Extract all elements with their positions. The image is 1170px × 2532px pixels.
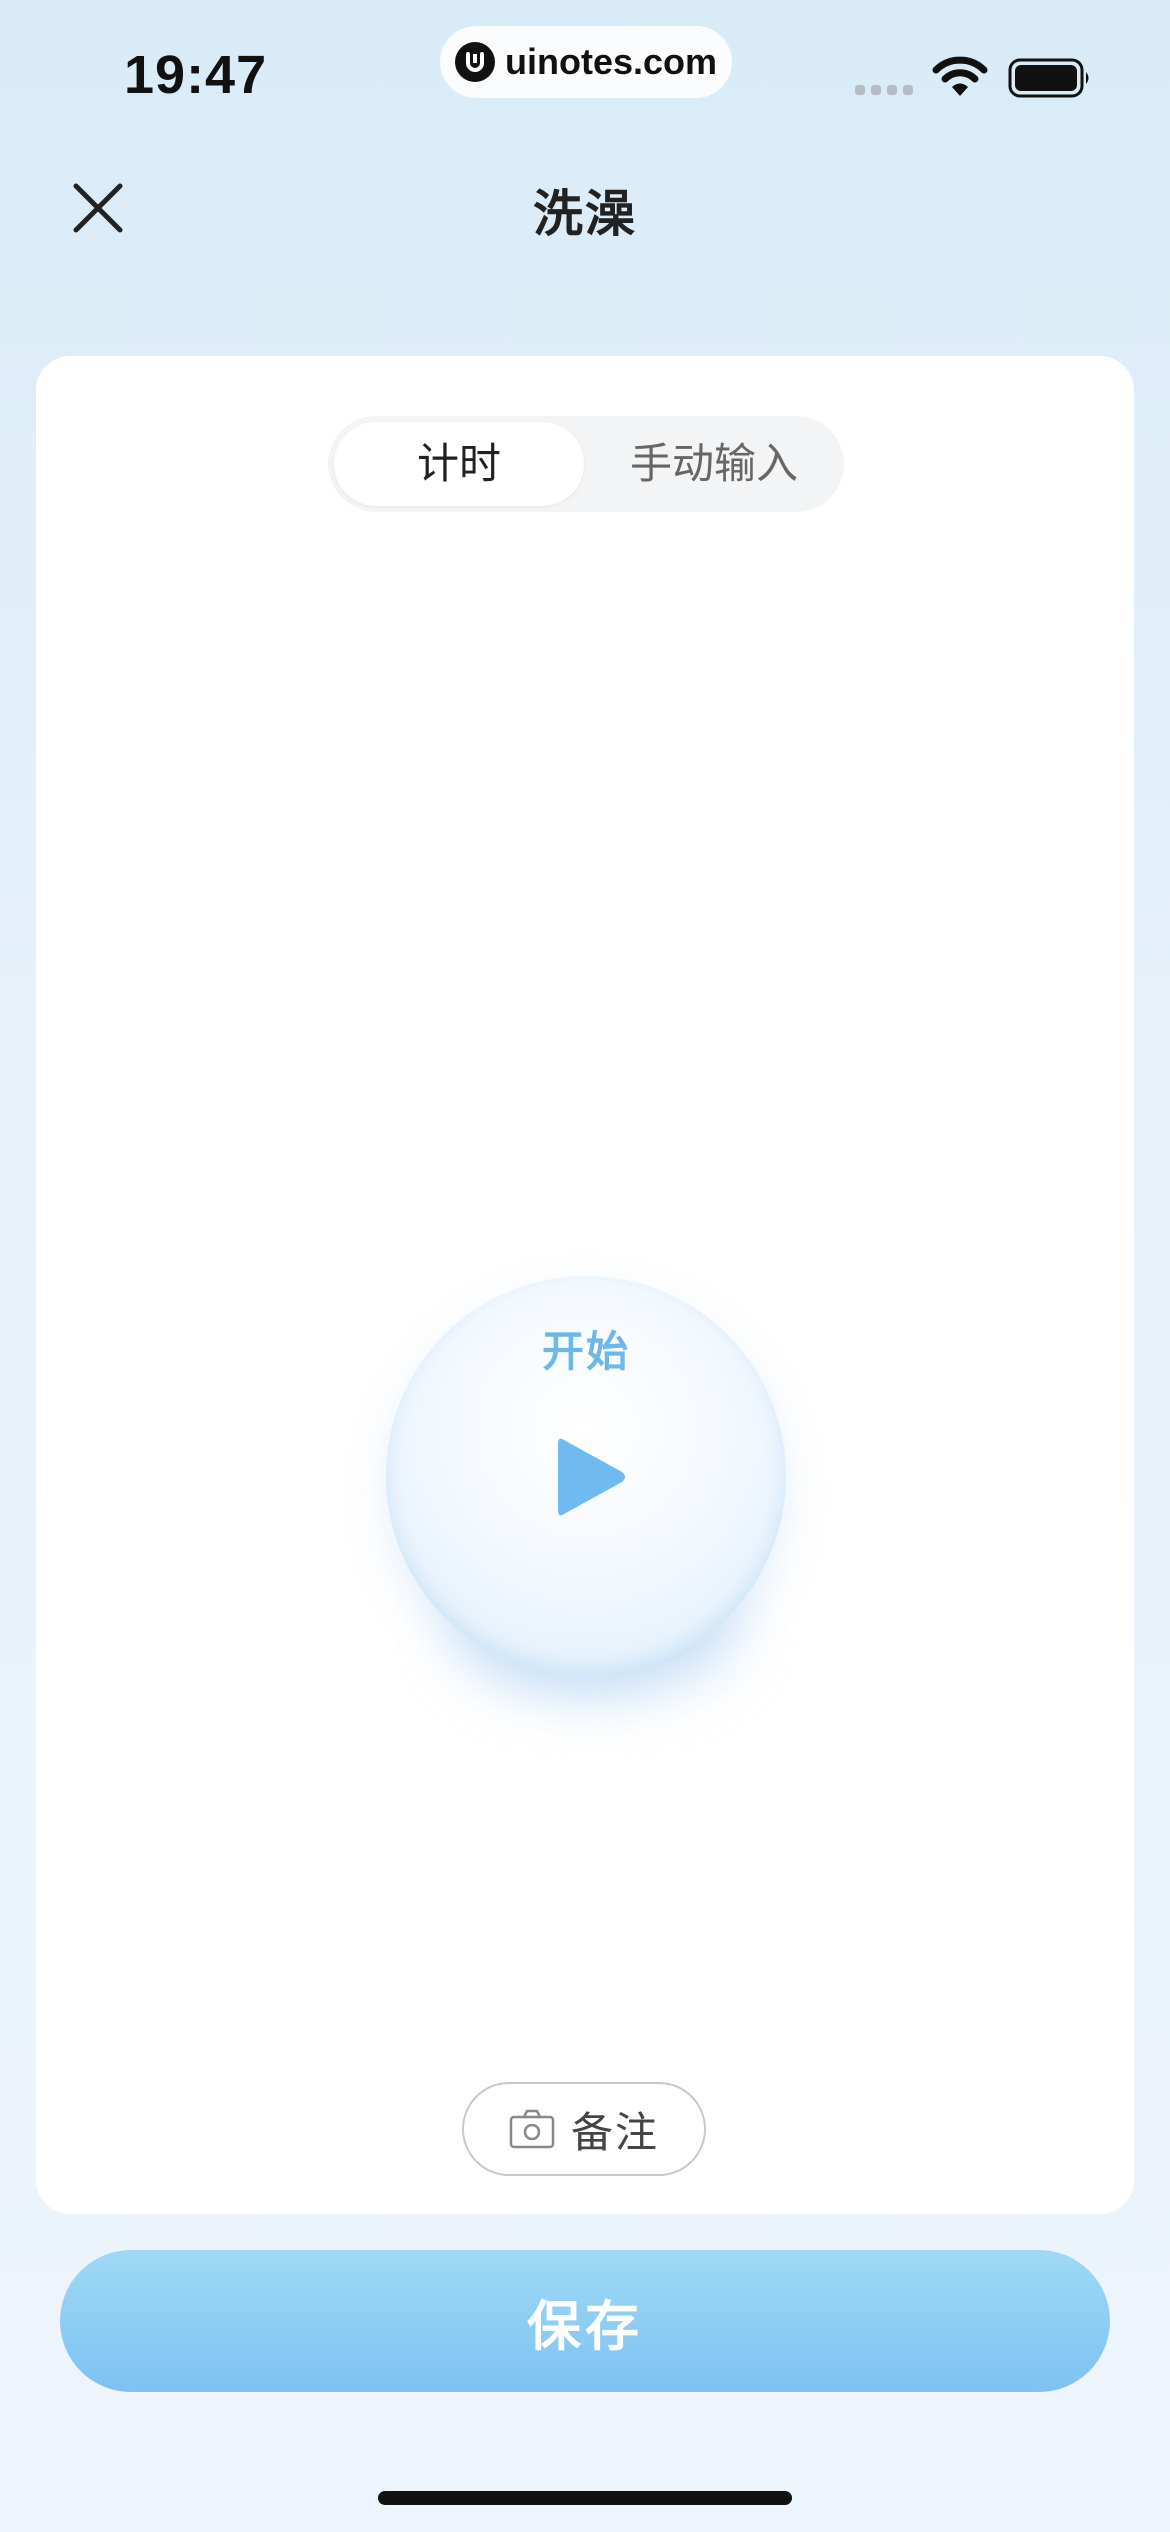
record-card: 计时 手动输入 开始 备注 (36, 356, 1134, 2214)
start-label: 开始 (541, 1327, 630, 1376)
signal-icon (855, 85, 913, 95)
home-indicator (378, 2491, 792, 2505)
save-button[interactable]: 保存 (60, 2250, 1110, 2392)
site-logo-icon (454, 42, 495, 82)
save-label: 保存 (527, 2294, 643, 2358)
start-timer-button[interactable]: 开始 (386, 1276, 786, 1676)
note-label: 备注 (570, 2107, 659, 2157)
play-icon (558, 1438, 625, 1516)
tab-timer[interactable]: 计时 (334, 422, 584, 506)
url-pill[interactable]: uinotes.com (440, 26, 732, 98)
status-time: 19:47 (124, 45, 268, 105)
camera-icon (509, 2109, 555, 2149)
url-text: uinotes.com (504, 41, 718, 82)
tab-manual-input[interactable]: 手动输入 (590, 422, 838, 506)
page-title: 洗澡 (533, 185, 637, 243)
status-bar: 19:47 uinotes.com (0, 0, 1170, 150)
battery-icon (1008, 58, 1089, 98)
mode-segmented-control: 计时 手动输入 (328, 416, 844, 512)
wifi-icon (932, 56, 988, 96)
note-button[interactable]: 备注 (462, 2082, 706, 2176)
